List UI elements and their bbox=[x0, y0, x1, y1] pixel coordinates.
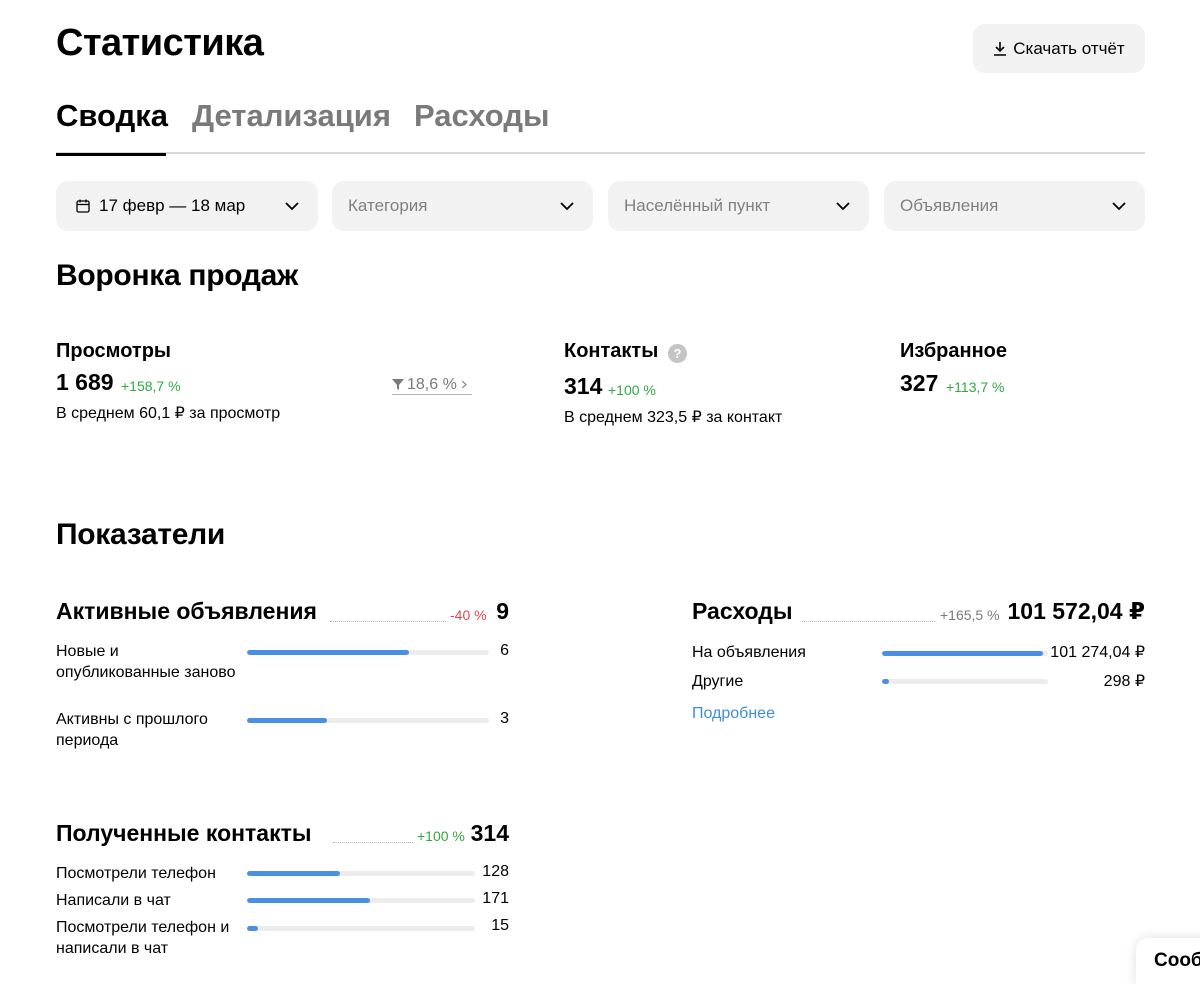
conversion-rate-link[interactable]: 18,6 % bbox=[392, 375, 472, 395]
contacts-average: В среднем 323,5 ₽ за контакт bbox=[564, 409, 783, 426]
download-report-label: Скачать отчёт bbox=[1013, 38, 1125, 58]
calendar-icon bbox=[76, 199, 90, 213]
dotted-leader bbox=[802, 621, 935, 622]
received-contacts-title: Полученные контакты bbox=[56, 820, 312, 846]
dotted-leader bbox=[333, 842, 413, 843]
more-details-link[interactable]: Подробнее bbox=[692, 705, 775, 723]
active-ads-row-value: 6 bbox=[500, 642, 509, 659]
page-title: Статистика bbox=[56, 22, 264, 64]
active-ads-row-value: 3 bbox=[500, 710, 509, 727]
views-title: Просмотры bbox=[56, 340, 172, 362]
chevron-down-icon bbox=[285, 202, 299, 211]
city-placeholder: Населённый пункт bbox=[624, 196, 771, 215]
category-select[interactable]: Категория bbox=[332, 181, 593, 231]
active-ads-title: Активные объявления bbox=[56, 598, 317, 624]
funnel-title: Воронка продаж bbox=[56, 259, 298, 292]
favorites-title: Избранное bbox=[900, 340, 1008, 362]
contacts-bar bbox=[247, 871, 475, 876]
expenses-row-value: 101 274,04 ₽ bbox=[1050, 644, 1145, 661]
contacts-row-label: Посмотрели телефон и написали в чат bbox=[56, 919, 230, 957]
bar-fill bbox=[882, 679, 889, 684]
contacts-row-value: 171 bbox=[482, 890, 509, 907]
city-select[interactable]: Населённый пункт bbox=[608, 181, 869, 231]
bar-fill bbox=[247, 650, 410, 655]
bar-fill bbox=[247, 926, 259, 931]
chevron-right-icon bbox=[461, 380, 467, 389]
active-ads-delta: -40 % bbox=[450, 607, 487, 623]
contacts-row-label: Посмотрели телефон bbox=[56, 865, 216, 882]
tab-details[interactable]: Детализация bbox=[192, 98, 391, 154]
active-ads-bar bbox=[247, 718, 489, 723]
help-icon[interactable]: ? bbox=[668, 344, 687, 363]
expenses-bar bbox=[882, 679, 1048, 684]
contacts-row-label: Написали в чат bbox=[56, 892, 171, 909]
active-ads-total: 9 bbox=[496, 598, 509, 624]
active-ads-row-label: Новые и опубликованные заново bbox=[56, 643, 236, 681]
expenses-bar bbox=[882, 651, 1048, 656]
tab-bar: Сводка Детализация Расходы bbox=[56, 98, 1145, 156]
dotted-leader bbox=[330, 621, 446, 622]
bar-fill bbox=[247, 898, 371, 903]
conversion-rate-value: 18,6 % bbox=[407, 375, 457, 393]
funnel-filter-icon bbox=[392, 379, 404, 390]
views-value: 1 689 bbox=[56, 369, 114, 395]
expenses-title: Расходы bbox=[692, 598, 793, 624]
active-ads-bar bbox=[247, 650, 489, 655]
date-range-value: 17 февр — 18 мар bbox=[99, 196, 246, 215]
active-ads-row-label: Активны с прошлого периода bbox=[56, 711, 208, 749]
expenses-delta: +165,5 % bbox=[940, 607, 1000, 623]
received-contacts-total: 314 bbox=[470, 820, 509, 846]
download-report-button[interactable]: Скачать отчёт bbox=[973, 24, 1145, 73]
contacts-bar bbox=[247, 926, 475, 931]
views-delta: +158,7 % bbox=[121, 378, 181, 394]
ads-select[interactable]: Объявления bbox=[884, 181, 1145, 231]
contacts-row-value: 128 bbox=[482, 863, 509, 880]
category-placeholder: Категория bbox=[348, 196, 428, 215]
chevron-down-icon bbox=[836, 202, 850, 211]
tab-summary[interactable]: Сводка bbox=[56, 98, 168, 156]
ads-placeholder: Объявления bbox=[900, 196, 999, 215]
contacts-bar bbox=[247, 898, 475, 903]
chevron-down-icon bbox=[1112, 202, 1126, 211]
date-range-select[interactable]: 17 февр — 18 мар bbox=[56, 181, 318, 231]
download-icon bbox=[994, 42, 1007, 56]
indicators-title: Показатели bbox=[56, 518, 226, 551]
bar-fill bbox=[247, 871, 341, 876]
tab-expenses[interactable]: Расходы bbox=[414, 98, 550, 154]
contacts-value: 314 bbox=[564, 373, 603, 399]
expenses-row-label: Другие bbox=[692, 673, 744, 690]
favorites-delta: +113,7 % bbox=[946, 379, 1005, 395]
contacts-title: Контакты bbox=[564, 340, 659, 362]
expenses-total: 101 572,04 ₽ bbox=[1007, 598, 1145, 624]
bar-fill bbox=[247, 718, 327, 723]
chevron-down-icon bbox=[560, 202, 574, 211]
views-average: В среднем 60,1 ₽ за просмотр bbox=[56, 405, 281, 422]
favorites-value: 327 bbox=[900, 370, 939, 396]
contacts-row-value: 15 bbox=[491, 917, 509, 934]
contacts-delta: +100 % bbox=[608, 382, 656, 398]
bar-fill bbox=[882, 651, 1044, 656]
expenses-row-label: На объявления bbox=[692, 644, 806, 661]
messages-widget[interactable]: Сообщения bbox=[1136, 938, 1200, 984]
received-contacts-delta: +100 % bbox=[417, 828, 465, 844]
expenses-row-value: 298 ₽ bbox=[1103, 673, 1145, 690]
